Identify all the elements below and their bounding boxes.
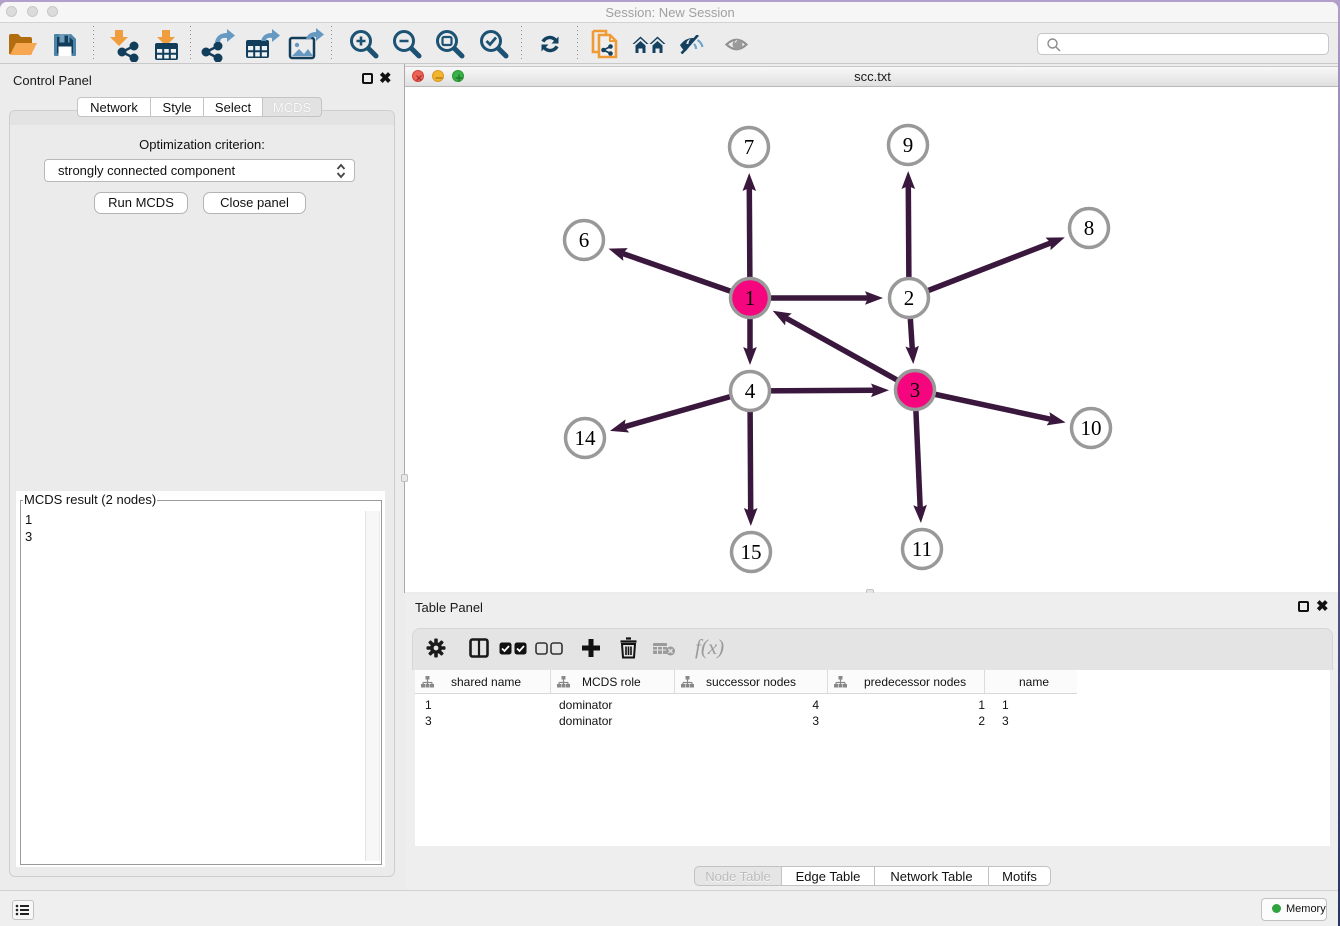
svg-text:15: 15 [741, 540, 762, 564]
svg-text:6: 6 [579, 228, 590, 252]
svg-text:10: 10 [1081, 416, 1102, 440]
svg-text:4: 4 [745, 379, 756, 403]
svg-text:7: 7 [744, 135, 755, 159]
svg-text:8: 8 [1084, 216, 1095, 240]
svg-text:3: 3 [910, 378, 921, 402]
svg-text:1: 1 [745, 286, 756, 310]
svg-text:11: 11 [912, 537, 932, 561]
svg-text:14: 14 [575, 426, 597, 450]
svg-text:9: 9 [903, 133, 914, 157]
svg-text:2: 2 [904, 286, 915, 310]
